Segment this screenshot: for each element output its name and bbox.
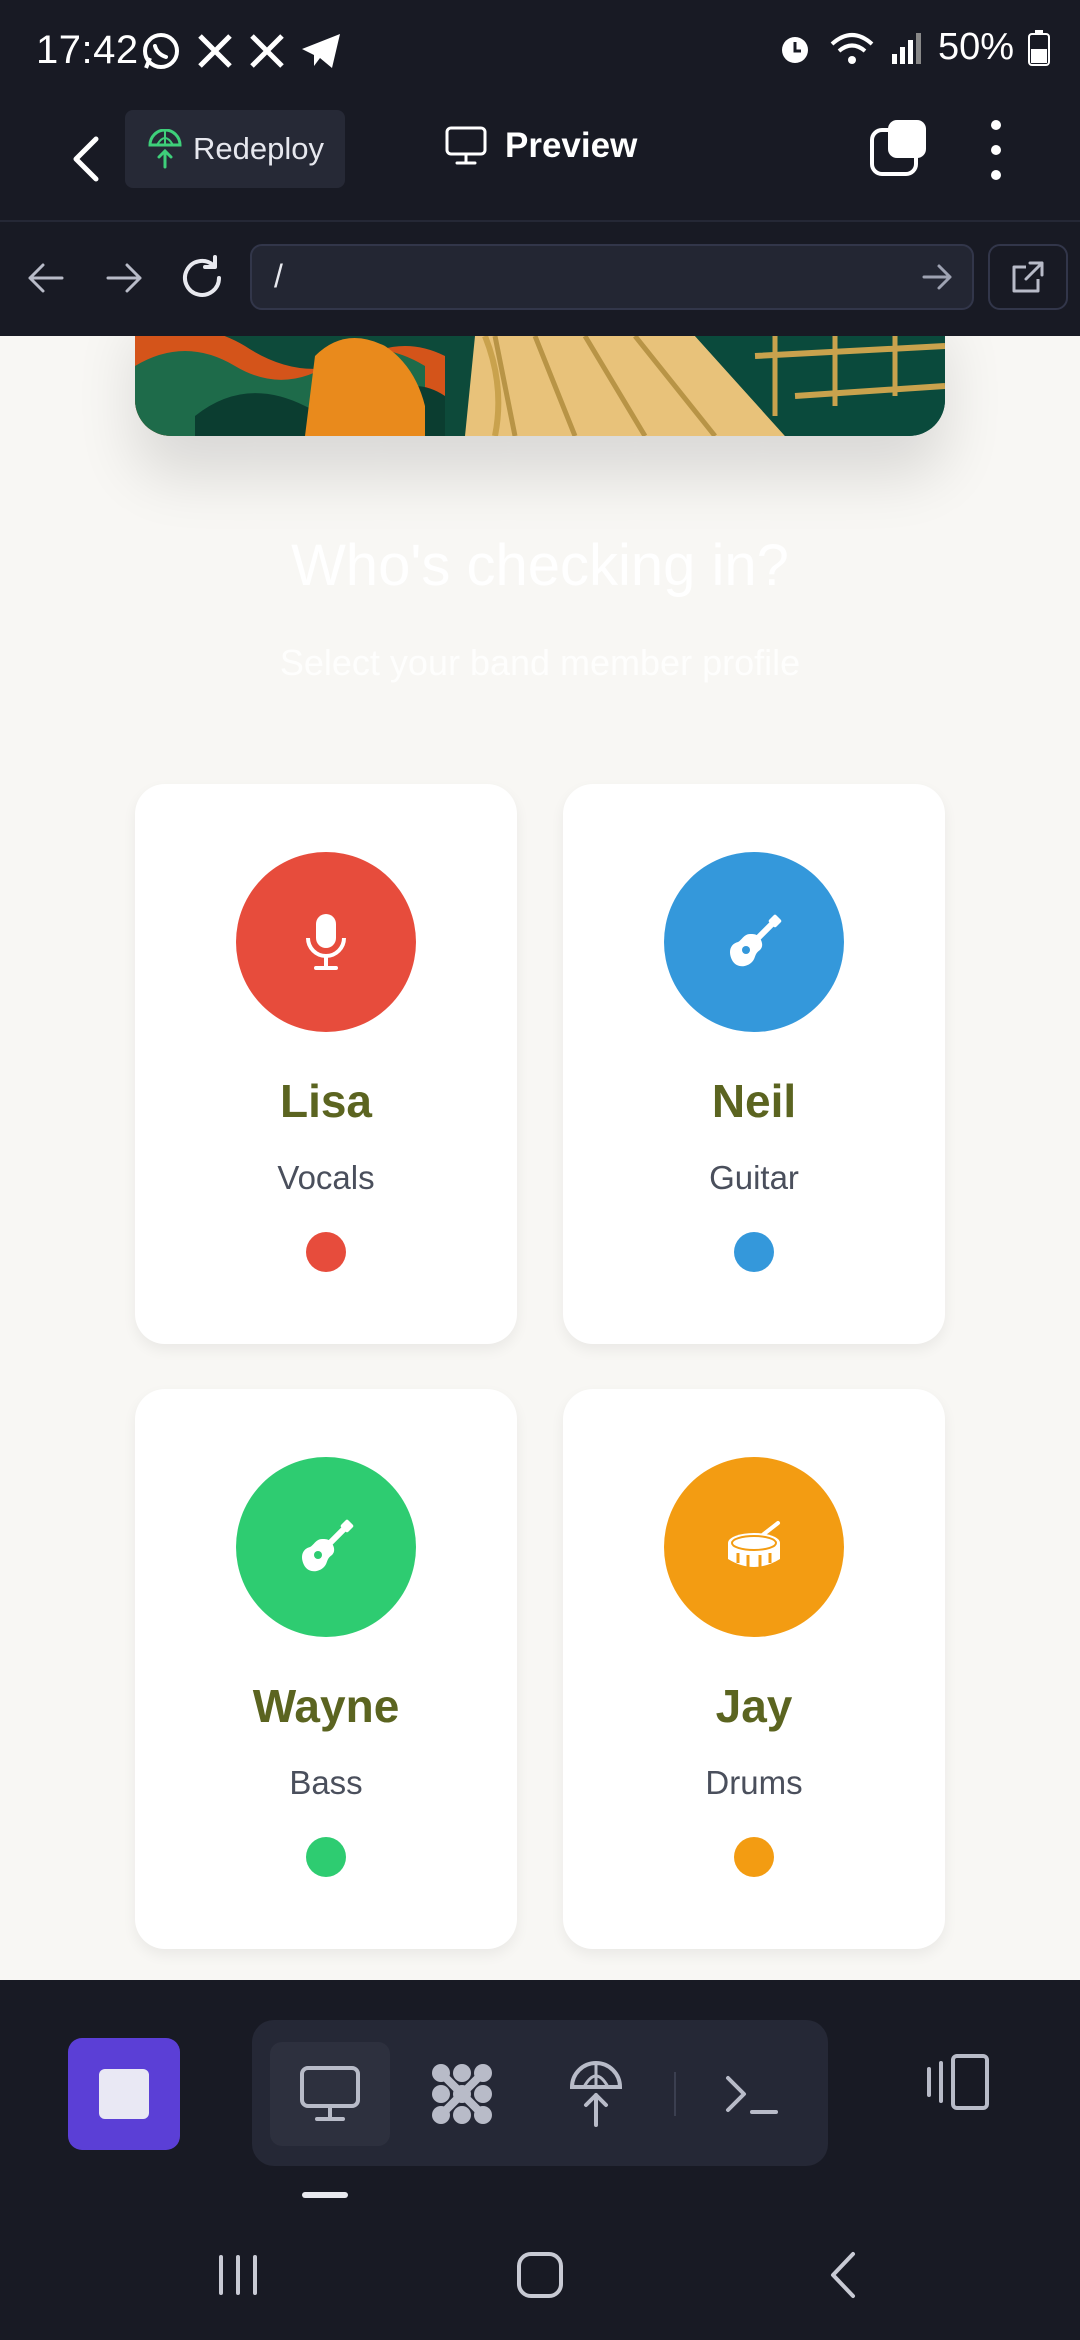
tool-divider <box>674 2072 676 2116</box>
active-tab-indicator <box>302 2192 348 2198</box>
tool-preview[interactable] <box>270 2042 390 2146</box>
home-button[interactable] <box>500 2240 580 2310</box>
system-navigation-bar <box>0 2200 1080 2340</box>
member-color-dot <box>734 1232 774 1272</box>
member-avatar <box>664 1457 844 1637</box>
member-card-neil[interactable]: Neil Guitar <box>563 784 945 1344</box>
monitor-icon <box>445 126 487 165</box>
member-name: Neil <box>711 1075 797 1127</box>
home-icon <box>517 2252 563 2298</box>
packages-icon <box>432 2064 492 2124</box>
device-screen: 17:42 50% Redeploy Preview / Who's check… <box>0 0 1080 2340</box>
browser-bar: / <box>0 222 1080 336</box>
tabs-icon <box>870 120 926 176</box>
guitar-icon <box>302 1519 354 1572</box>
member-name: Wayne <box>252 1680 400 1732</box>
tool-packages[interactable] <box>402 2042 522 2146</box>
alarm-icon <box>781 36 808 63</box>
tool-deploy[interactable] <box>536 2042 656 2146</box>
member-role: Vocals <box>277 1159 375 1196</box>
x-icon <box>250 34 284 68</box>
member-avatar <box>236 852 416 1032</box>
arrow-right-icon <box>106 263 142 293</box>
recents-icon <box>219 2255 257 2295</box>
battery-icon <box>1028 29 1050 66</box>
deploy-icon <box>148 129 182 169</box>
guitar-icon <box>730 914 782 967</box>
wifi-icon <box>830 32 874 64</box>
system-icons: 50% <box>776 26 1050 69</box>
telegram-icon <box>302 34 340 68</box>
more-dot <box>991 170 1001 180</box>
redeploy-button[interactable]: Redeploy <box>125 110 345 188</box>
system-back-button[interactable] <box>802 2240 882 2310</box>
reload-button[interactable] <box>176 252 228 304</box>
page-heading: Who's checking in? <box>291 533 789 598</box>
status-time: 17:42 <box>36 28 139 72</box>
member-color-dot <box>306 1232 346 1272</box>
url-input[interactable]: / <box>250 244 974 310</box>
member-role: Bass <box>289 1764 363 1801</box>
stop-icon <box>99 2069 149 2119</box>
arrow-left-icon <box>28 263 64 293</box>
tabs-button[interactable] <box>868 118 928 178</box>
tool-terminal[interactable] <box>692 2042 812 2146</box>
member-color-dot <box>306 1837 346 1877</box>
member-avatar <box>664 852 844 1032</box>
reload-icon <box>183 255 221 297</box>
whatsapp-icon <box>143 33 179 69</box>
member-card-wayne[interactable]: Wayne Bass <box>135 1389 517 1949</box>
web-page: Who's checking in? Select your band memb… <box>0 336 1080 1980</box>
browser-forward-button[interactable] <box>98 252 150 304</box>
open-external-button[interactable] <box>988 244 1068 310</box>
go-arrow-icon[interactable] <box>920 260 954 294</box>
back-icon <box>831 2252 855 2298</box>
chevron-left-icon <box>73 136 99 182</box>
more-options-button[interactable] <box>978 120 1014 180</box>
hero-artwork <box>135 336 945 436</box>
url-text: / <box>274 258 283 294</box>
recent-apps-button[interactable] <box>198 2240 278 2310</box>
member-color-dot <box>734 1837 774 1877</box>
hero-illustration <box>135 336 945 436</box>
preview-label: Preview <box>505 126 638 165</box>
member-name: Jay <box>715 1680 793 1732</box>
external-link-icon <box>1012 261 1044 293</box>
notification-icons <box>140 30 342 72</box>
status-bar: 17:42 50% <box>0 0 1080 100</box>
member-card-jay[interactable]: Jay Drums <box>563 1389 945 1949</box>
battery-percent: 50% <box>937 26 1014 68</box>
member-role: Drums <box>705 1764 803 1801</box>
terminal-icon <box>726 2076 778 2114</box>
more-dot <box>991 120 1001 130</box>
preview-title: Preview <box>445 126 637 166</box>
member-avatar <box>236 1457 416 1637</box>
more-dot <box>991 145 1001 155</box>
member-card-lisa[interactable]: Lisa Vocals <box>135 784 517 1344</box>
member-name: Lisa <box>279 1075 373 1127</box>
browser-back-button[interactable] <box>20 252 72 304</box>
x-icon <box>198 34 232 68</box>
preview-icon <box>300 2066 360 2121</box>
tool-group <box>252 2020 828 2166</box>
deploy-icon <box>569 2061 623 2127</box>
stop-button[interactable] <box>68 2038 180 2150</box>
member-role: Guitar <box>709 1159 799 1196</box>
back-button[interactable] <box>50 124 120 194</box>
signal-icon <box>891 32 921 64</box>
device-toggle-button[interactable] <box>918 2042 998 2122</box>
bottom-toolbar <box>0 1980 1080 2200</box>
redeploy-label: Redeploy <box>193 131 324 166</box>
microphone-icon <box>306 914 346 970</box>
devices-icon <box>927 2054 989 2110</box>
page-subheading: Select your band member profile <box>279 642 801 683</box>
app-header: Redeploy Preview <box>0 100 1080 222</box>
drum-icon <box>728 1521 780 1567</box>
